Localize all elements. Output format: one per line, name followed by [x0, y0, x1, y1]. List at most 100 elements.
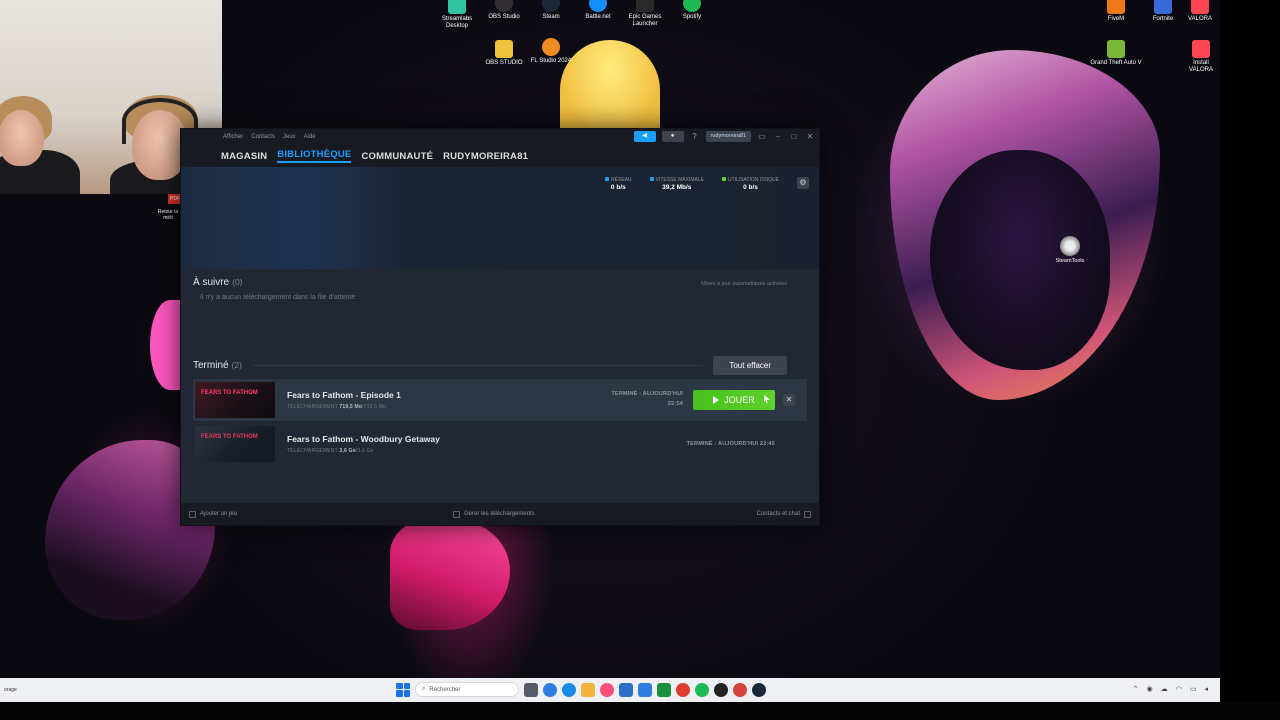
game-title[interactable]: Fears to Fathom - Woodbury Getaway: [287, 434, 440, 444]
start-button[interactable]: [396, 682, 410, 697]
steam-navbar: MAGASIN BIBLIOTHÈQUE COMMUNAUTÉ RUDYMORE…: [181, 145, 819, 167]
manage-downloads-button[interactable]: Gérer les téléchargements: [453, 510, 535, 518]
taskbar-search[interactable]: ⌕ Rechercher: [415, 682, 519, 697]
nav-community[interactable]: COMMUNAUTÉ: [361, 151, 433, 162]
bell-icon: ●: [670, 133, 675, 139]
windows-logo-icon: [396, 682, 403, 689]
desktop-icon-fivem[interactable]: FiveM: [1089, 0, 1143, 23]
download-row[interactable]: FEARS TO FATHOM Fears to Fathom - Episod…: [193, 379, 807, 421]
friends-chat-button[interactable]: Contacts et chat: [757, 510, 811, 518]
desktop-icon-obs-folder[interactable]: OBS STUDIO: [477, 40, 531, 67]
maximize-icon[interactable]: □: [789, 132, 799, 141]
download-row[interactable]: FEARS TO FATHOM Fears to Fathom - Woodbu…: [193, 423, 807, 465]
wifi-icon[interactable]: ◠: [1176, 685, 1182, 693]
menu-help[interactable]: Aide: [304, 134, 316, 140]
desktop-icon-battlenet[interactable]: Battle.net: [571, 0, 625, 21]
streamlabs-icon: [448, 0, 466, 14]
announcement-button[interactable]: ◀: [633, 131, 656, 142]
wallpaper-shape: [390, 520, 510, 630]
network-icon[interactable]: ◉: [1147, 685, 1153, 693]
desktop-icon-epic[interactable]: Epic Games Launcher: [618, 0, 672, 28]
desktop-icon-obs[interactable]: OBS Studio: [477, 0, 531, 21]
chevron-up-icon[interactable]: ⌃: [1133, 685, 1139, 693]
search-icon: ⌕: [422, 686, 426, 692]
desktop-icon-streamlabs[interactable]: Streamlabs Desktop: [430, 0, 484, 30]
speed-icon: [649, 177, 654, 181]
copilot-icon[interactable]: [543, 682, 557, 697]
windows-logo-icon: [396, 690, 403, 697]
nav-store[interactable]: MAGASIN: [221, 151, 267, 162]
megaphone-icon: ◀: [642, 133, 647, 139]
desktop-icon-valorant[interactable]: VALORA: [1180, 0, 1220, 23]
file-explorer-icon[interactable]: [581, 682, 595, 697]
clear-all-button[interactable]: Tout effacer: [713, 355, 787, 375]
disk-icon: [721, 177, 726, 181]
chat-icon: [804, 510, 811, 518]
menu-view[interactable]: Afficher: [223, 134, 243, 140]
chrome-icon[interactable]: [676, 682, 690, 697]
network-icon: [605, 177, 610, 181]
gear-icon: ⚙: [799, 178, 807, 187]
account-menu[interactable]: rudymoreira81: [705, 131, 751, 142]
completed-section: Terminé (2) Tout effacer FEARS TO FATHOM …: [181, 353, 819, 507]
divider: [251, 364, 704, 366]
onedrive-icon[interactable]: ☁: [1161, 685, 1168, 693]
remove-download-button[interactable]: ✕: [783, 394, 795, 406]
completed-header: Terminé (2) Tout effacer: [193, 353, 807, 377]
steam-icon: [542, 0, 560, 12]
battery-icon[interactable]: ▭: [1190, 685, 1197, 693]
notifications-button[interactable]: ●: [661, 131, 684, 142]
nav-profile[interactable]: RUDYMOREIRA81: [443, 151, 528, 162]
fl-studio-icon: [542, 38, 560, 56]
download-stats: RÉSEAU 0 b/s VITESSE MAXIMALE 39,2 Mb/s …: [605, 177, 809, 191]
queue-section: À suivre (0) Il n'y a aucun téléchargemen…: [181, 269, 819, 353]
completion-status: TERMINÉ : AUJOURD'HUI 22:54: [611, 391, 683, 407]
edge-icon[interactable]: [562, 682, 576, 697]
play-button[interactable]: JOUER: [693, 390, 775, 410]
system-tray: ⌃ ◉ ☁ ◠ ▭ ◂: [1133, 685, 1208, 693]
game-title[interactable]: Fears to Fathom - Episode 1: [287, 390, 401, 400]
add-game-button[interactable]: Ajouter un jeu: [189, 510, 237, 518]
close-icon: ✕: [785, 395, 793, 404]
desktop-icon-fl-studio[interactable]: FL Studio 2024: [524, 38, 578, 65]
battlenet-icon: [589, 0, 607, 12]
big-picture-icon[interactable]: ▭: [757, 132, 767, 141]
app-icon[interactable]: [714, 682, 728, 697]
desktop-icon-install-valorant[interactable]: Install VALORA: [1182, 40, 1220, 74]
task-view-icon[interactable]: [524, 682, 538, 697]
help-icon[interactable]: ?: [690, 132, 700, 141]
fortnite-icon: [1154, 0, 1172, 14]
game-thumbnail[interactable]: FEARS TO FATHOM: [195, 426, 275, 462]
app-icon[interactable]: [733, 682, 747, 697]
app-icon[interactable]: [600, 682, 614, 697]
menu-games[interactable]: Jeux: [283, 134, 296, 140]
outlook-icon[interactable]: [638, 682, 652, 697]
excel-icon[interactable]: [657, 682, 671, 697]
stat-disk: UTILISATION DISQUE 0 b/s: [721, 177, 779, 191]
desktop-icon-steam[interactable]: Steam: [524, 0, 578, 21]
volume-icon[interactable]: ◂: [1204, 685, 1208, 693]
completed-title: Terminé (2): [193, 359, 242, 371]
steam-bottom-bar: Ajouter un jeu Gérer les téléchargements…: [181, 503, 819, 525]
calculator-icon[interactable]: [619, 682, 633, 697]
windows-logo-icon: [403, 682, 410, 689]
steam-icon[interactable]: [752, 682, 766, 697]
desktop-icon-spotify[interactable]: Spotify: [665, 0, 719, 21]
stat-network: RÉSEAU 0 b/s: [605, 177, 632, 191]
minimize-icon[interactable]: –: [773, 132, 783, 141]
download-settings-button[interactable]: ⚙: [797, 177, 809, 189]
auto-update-status[interactable]: Mises à jour automatiques activées: [701, 281, 787, 287]
desktop-icon-label: Retour la méti: [157, 209, 179, 221]
weather-widget[interactable]: orage: [4, 687, 17, 693]
desktop-icon-steamtools[interactable]: SteamTools: [1050, 236, 1090, 264]
close-icon[interactable]: ✕: [805, 132, 815, 141]
spotify-icon[interactable]: [695, 682, 709, 697]
desktop-icon-gta[interactable]: Grand Theft Auto V: [1089, 40, 1143, 67]
folder-icon: [495, 40, 513, 58]
valorant-installer-icon: [1192, 40, 1210, 58]
game-thumbnail[interactable]: FEARS TO FATHOM: [195, 382, 275, 418]
menu-friends[interactable]: Contacts: [251, 134, 275, 140]
play-icon: [713, 396, 720, 404]
stat-max-speed: VITESSE MAXIMALE 39,2 Mb/s: [649, 177, 704, 191]
nav-library[interactable]: BIBLIOTHÈQUE: [277, 149, 352, 163]
